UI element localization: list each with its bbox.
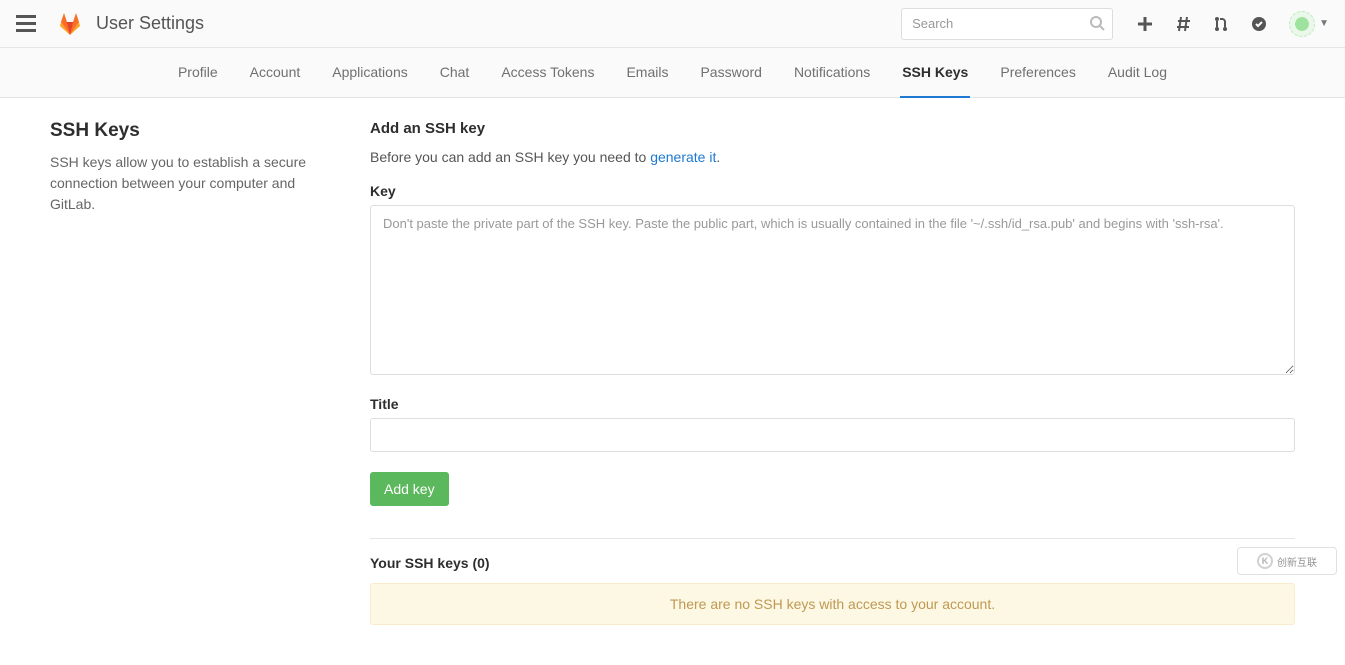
- tab-notifications[interactable]: Notifications: [792, 48, 872, 97]
- gitlab-logo-icon[interactable]: [58, 12, 82, 36]
- top-bar: User Settings ▼: [0, 0, 1345, 48]
- hamburger-menu-icon[interactable]: [16, 15, 40, 32]
- tab-ssh-keys[interactable]: SSH Keys: [900, 48, 970, 98]
- search-icon: [1089, 15, 1105, 31]
- lead-text: Before you can add an SSH key you need t…: [370, 149, 1295, 165]
- page-title: User Settings: [96, 13, 204, 34]
- key-textarea[interactable]: [370, 205, 1295, 375]
- side-description: SSH keys allow you to establish a secure…: [50, 152, 330, 215]
- tab-profile[interactable]: Profile: [176, 48, 220, 97]
- tab-password[interactable]: Password: [698, 48, 763, 97]
- lead-after: .: [716, 149, 720, 165]
- main-panel: Add an SSH key Before you can add an SSH…: [370, 120, 1295, 625]
- tab-chat[interactable]: Chat: [438, 48, 472, 97]
- side-panel: SSH Keys SSH keys allow you to establish…: [50, 120, 330, 625]
- tab-emails[interactable]: Emails: [624, 48, 670, 97]
- hash-icon[interactable]: [1175, 16, 1191, 32]
- watermark-badge: K 创新互联: [1237, 547, 1337, 575]
- tab-preferences[interactable]: Preferences: [998, 48, 1077, 97]
- header-actions: ▼: [1137, 11, 1329, 37]
- settings-tabs: Profile Account Applications Chat Access…: [0, 48, 1345, 98]
- search-input[interactable]: [901, 8, 1113, 40]
- title-label: Title: [370, 396, 1295, 412]
- title-input[interactable]: [370, 418, 1295, 452]
- your-keys-heading: Your SSH keys (0): [370, 555, 1295, 571]
- side-heading: SSH Keys: [50, 120, 330, 142]
- generate-link[interactable]: generate it: [650, 149, 716, 165]
- plus-icon[interactable]: [1137, 16, 1153, 32]
- key-label: Key: [370, 183, 1295, 199]
- todos-icon[interactable]: [1251, 16, 1267, 32]
- add-key-button[interactable]: Add key: [370, 472, 449, 506]
- separator: [370, 538, 1295, 539]
- caret-down-icon: ▼: [1319, 18, 1329, 29]
- lead-before: Before you can add an SSH key you need t…: [370, 149, 650, 165]
- tab-applications[interactable]: Applications: [330, 48, 410, 97]
- content: SSH Keys SSH keys allow you to establish…: [0, 98, 1345, 665]
- avatar-icon: [1289, 11, 1315, 37]
- search-box: [901, 8, 1113, 40]
- empty-keys-message: There are no SSH keys with access to you…: [370, 583, 1295, 625]
- watermark-icon: K: [1257, 553, 1273, 569]
- tab-access-tokens[interactable]: Access Tokens: [499, 48, 596, 97]
- tab-account[interactable]: Account: [248, 48, 303, 97]
- merge-request-icon[interactable]: [1213, 16, 1229, 32]
- tab-audit-log[interactable]: Audit Log: [1106, 48, 1169, 97]
- add-key-heading: Add an SSH key: [370, 120, 1295, 137]
- user-menu[interactable]: ▼: [1289, 11, 1329, 37]
- watermark-text: 创新互联: [1277, 554, 1317, 569]
